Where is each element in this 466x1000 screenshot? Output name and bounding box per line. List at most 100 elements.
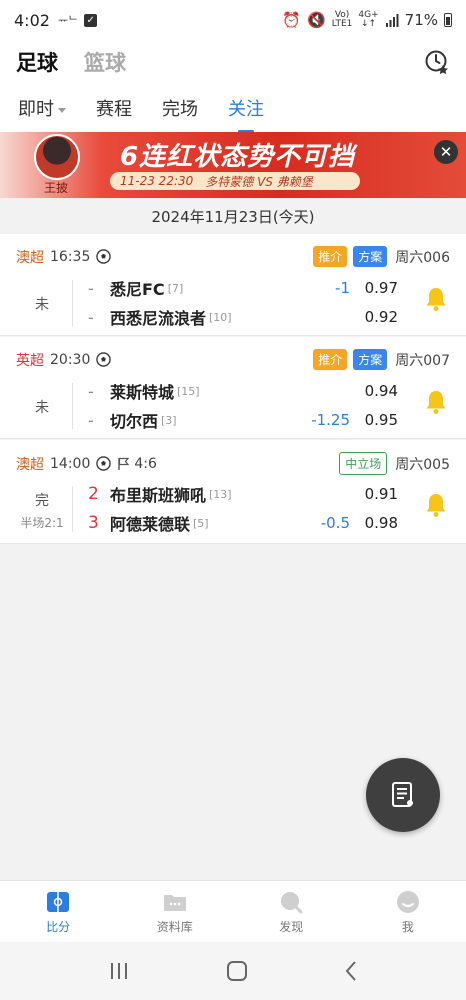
- away-score: -: [88, 307, 94, 327]
- system-nav-bar: [0, 942, 466, 1000]
- floating-action-button[interactable]: [366, 758, 440, 832]
- history-clock-icon[interactable]: [424, 49, 450, 75]
- home-team-name: 布里斯班狮吼: [110, 486, 207, 505]
- away-team-name: 切尔西: [110, 412, 159, 431]
- home-icon[interactable]: [226, 960, 248, 982]
- football-icon: [96, 249, 112, 264]
- folder-icon: [163, 894, 186, 911]
- signal-icon: [385, 14, 399, 27]
- corner-flag-icon: [118, 457, 130, 470]
- league-name: 英超: [16, 352, 44, 369]
- match-card[interactable]: 澳超 14:00 4:6 中立场 周六005 完 半场2:1 2 布里斯班狮吼 …: [0, 440, 466, 544]
- away-team-name: 西悉尼流浪者: [110, 309, 207, 328]
- dropdown-icon: [58, 107, 66, 113]
- away-score: 3: [88, 513, 99, 533]
- match-status: 未: [35, 400, 49, 416]
- home-team-row: - 莱斯特城 [15] 0.94: [88, 379, 398, 403]
- away-odds: 0.92: [364, 308, 398, 326]
- away-team-row: 3 阿德莱德联 [5] -0.5 0.98: [88, 511, 398, 535]
- home-rank: [15]: [177, 384, 200, 398]
- away-rank: [3]: [161, 413, 177, 427]
- plan-badge[interactable]: 方案: [353, 246, 388, 267]
- banner-subline: 11-23 22:30 多特蒙德 VS 弗赖堡: [110, 172, 360, 190]
- home-rank: [13]: [209, 487, 232, 501]
- away-team-row: - 切尔西 [3] -1.25 0.95: [88, 408, 398, 432]
- back-icon[interactable]: [344, 960, 358, 982]
- banner-person-name: 王披: [44, 181, 69, 195]
- recommend-badge[interactable]: 推介: [313, 349, 348, 370]
- home-score: -: [88, 381, 94, 401]
- match-card[interactable]: 澳超 16:35 推介 方案 周六006 未 - 悉尼FC [7] -1 0.9…: [0, 234, 466, 336]
- home-team-name: 悉尼FC: [110, 280, 165, 299]
- sub-tabs: 即时 赛程 完场 关注: [0, 84, 466, 132]
- home-odds: 0.94: [364, 382, 398, 400]
- handicap: -0.5: [320, 514, 350, 532]
- mute-icon: 🔇: [307, 11, 326, 29]
- tab-live[interactable]: 即时: [18, 91, 66, 125]
- away-score: -: [88, 410, 94, 430]
- away-rank: [5]: [193, 516, 209, 530]
- nav-discover[interactable]: 发现: [233, 881, 350, 942]
- check-icon: ✓: [84, 13, 98, 27]
- match-number: 周六007: [395, 352, 450, 369]
- nav-database[interactable]: 资料库: [117, 881, 234, 942]
- tab-finished[interactable]: 完场: [162, 91, 198, 125]
- home-rank: [7]: [167, 281, 184, 295]
- match-card[interactable]: 英超 20:30 推介 方案 周六007 未 - 莱斯特城 [15] 0.94 …: [0, 337, 466, 439]
- handicap: -1: [335, 279, 350, 297]
- match-status: 未: [35, 297, 49, 313]
- network-icon: 4G+ ↓↑: [358, 10, 379, 29]
- kickoff-time: 14:00: [50, 455, 91, 472]
- home-score: 2: [88, 484, 99, 504]
- discover-icon: [281, 891, 303, 913]
- plan-badge[interactable]: 方案: [353, 349, 388, 370]
- bell-icon[interactable]: [424, 492, 448, 518]
- tab-following[interactable]: 关注: [228, 91, 264, 125]
- avatar: [34, 134, 80, 180]
- halftime-score: 半场2:1: [20, 516, 64, 530]
- status-time: 4:02: [14, 10, 50, 30]
- bottom-nav: 比分 资料库 发现 我: [0, 880, 466, 942]
- football-icon: [96, 456, 112, 471]
- nav-score[interactable]: 比分: [0, 881, 117, 942]
- recent-apps-icon[interactable]: [108, 961, 130, 981]
- away-team-name: 阿德莱德联: [110, 515, 191, 534]
- profile-icon: [396, 890, 419, 913]
- alarm-icon: ⏰: [282, 11, 302, 29]
- home-score: -: [88, 278, 94, 298]
- nav-me[interactable]: 我: [350, 881, 466, 942]
- match-number: 周六005: [395, 456, 450, 473]
- document-icon: [392, 782, 413, 807]
- tab-schedule[interactable]: 赛程: [96, 91, 132, 125]
- tab-basketball[interactable]: 篮球: [84, 47, 126, 77]
- battery-text: 71%: [404, 11, 438, 29]
- home-team-row: - 悉尼FC [7] -1 0.97: [88, 276, 398, 300]
- banner-headline: 6连红状态势不可挡: [120, 142, 356, 172]
- home-odds: 0.97: [364, 279, 398, 297]
- kickoff-time: 16:35: [50, 248, 91, 265]
- bell-icon[interactable]: [424, 286, 448, 312]
- away-odds: 0.95: [364, 411, 398, 429]
- match-number: 周六006: [395, 249, 450, 266]
- close-banner-button[interactable]: ✕: [434, 140, 458, 164]
- volte-icon: Vo) LTE1: [331, 10, 353, 29]
- top-nav: 足球 篮球: [0, 40, 466, 84]
- tab-football[interactable]: 足球: [16, 47, 58, 77]
- corner-count: 4:6: [134, 455, 157, 472]
- recommend-badge[interactable]: 推介: [313, 246, 348, 267]
- away-team-row: - 西悉尼流浪者 [10] 0.92: [88, 305, 398, 329]
- bell-icon[interactable]: [424, 389, 448, 415]
- notification-icon: ᅲᄂ: [57, 14, 79, 27]
- score-icon: [47, 891, 70, 912]
- football-icon: [96, 352, 112, 367]
- banner-match: 多特蒙德 VS 弗赖堡: [205, 174, 313, 189]
- home-team-row: 2 布里斯班狮吼 [13] 0.91: [88, 482, 398, 506]
- handicap: -1.25: [311, 411, 350, 429]
- away-rank: [10]: [209, 310, 232, 324]
- home-odds: 0.91: [364, 485, 398, 503]
- promo-banner[interactable]: 王披 6连红状态势不可挡 11-23 22:30 多特蒙德 VS 弗赖堡 ✕: [0, 132, 466, 198]
- away-odds: 0.98: [364, 514, 398, 532]
- league-name: 澳超: [16, 456, 44, 473]
- neutral-venue-badge: 中立场: [339, 452, 388, 475]
- banner-date: 11-23 22:30: [120, 174, 194, 188]
